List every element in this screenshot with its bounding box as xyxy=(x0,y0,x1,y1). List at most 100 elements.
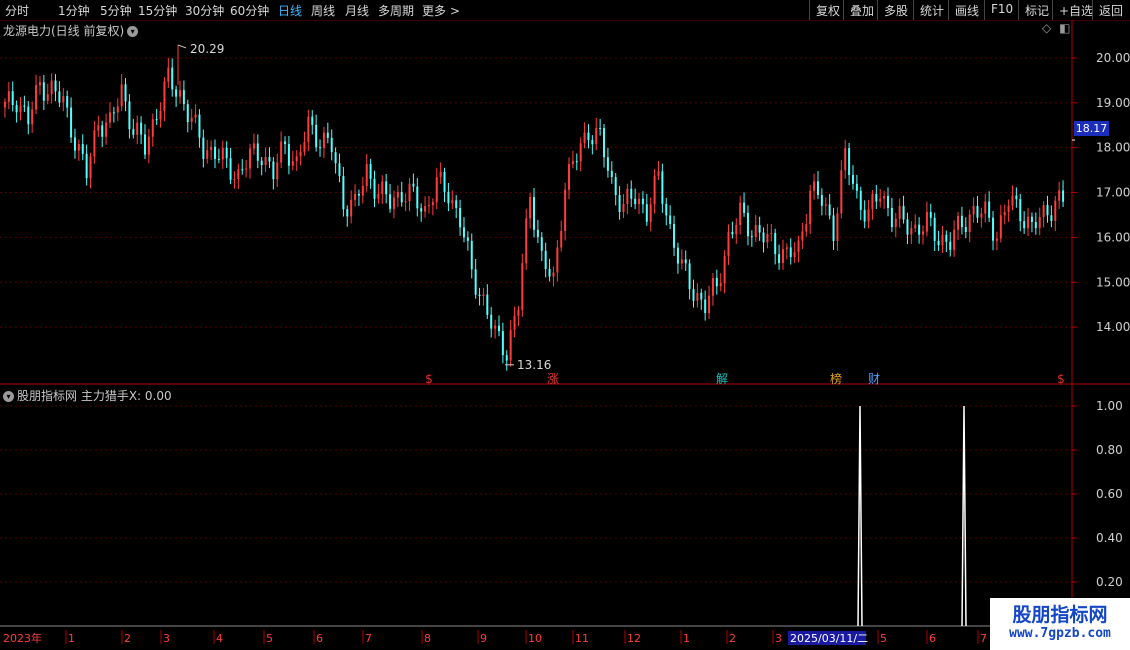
event-marker-3[interactable]: 榜 xyxy=(830,371,842,386)
candle-body xyxy=(606,157,609,171)
candle-body xyxy=(182,90,185,105)
price-tick-label: 15.00 xyxy=(1096,275,1130,289)
candle-body xyxy=(501,331,504,356)
candle-body xyxy=(38,82,41,86)
event-marker-0[interactable]: $ xyxy=(425,372,433,386)
candle-body xyxy=(840,170,843,214)
time-axis-label: 8 xyxy=(424,632,431,645)
candle-body xyxy=(1054,200,1057,221)
candle-body xyxy=(766,233,769,243)
candle-body xyxy=(237,169,240,179)
candle-body xyxy=(494,325,497,329)
candle-body xyxy=(447,191,450,204)
candle-body xyxy=(462,227,465,238)
event-marker-1[interactable]: 涨 xyxy=(547,371,559,386)
candle-body xyxy=(1058,190,1061,201)
candle-body xyxy=(319,147,322,149)
candle-body xyxy=(1015,195,1018,200)
candle-body xyxy=(206,150,209,159)
candle-body xyxy=(140,122,143,135)
candle-body xyxy=(466,237,469,241)
candle-body xyxy=(529,196,532,219)
candle-body xyxy=(614,177,617,196)
candle-body xyxy=(147,136,150,155)
chevron-down-icon[interactable]: ▾ xyxy=(127,26,139,37)
candle-body xyxy=(307,116,310,142)
candle-body xyxy=(859,190,862,210)
candle-body xyxy=(591,140,594,145)
candle-body xyxy=(797,240,800,253)
candle-body xyxy=(918,224,921,235)
candle-body xyxy=(727,231,730,256)
candle-body xyxy=(284,141,287,145)
candle-body xyxy=(762,232,765,243)
candle-body xyxy=(128,101,131,130)
candle-body xyxy=(953,229,956,250)
candle-body xyxy=(568,164,571,190)
kline-chart[interactable]: 20.00 19.00 18.00 17.00 16.00 15.00 14.00 20.29… xyxy=(0,0,1130,650)
candle-body xyxy=(684,259,687,264)
candle-body xyxy=(77,143,80,151)
candle-body xyxy=(198,114,201,138)
candle-body xyxy=(373,178,376,199)
candle-body xyxy=(497,325,500,332)
candle-body xyxy=(781,249,784,264)
price-tick-label: 20.00 xyxy=(1096,51,1130,65)
candle-body xyxy=(630,188,633,199)
candle-body xyxy=(23,105,26,107)
maximize-icon[interactable]: ◧ xyxy=(1059,21,1070,35)
watermark-logo: 股朋指标网 www.7gpzb.com xyxy=(990,598,1130,650)
candle-body xyxy=(809,190,812,225)
candle-body xyxy=(665,203,668,216)
candle-body xyxy=(136,122,139,135)
diamond-icon[interactable]: ◇ xyxy=(1042,21,1051,35)
candle-body xyxy=(357,193,360,196)
event-marker-2[interactable]: 解 xyxy=(716,372,728,386)
candle-body xyxy=(937,240,940,246)
time-axis-label: 2 xyxy=(124,632,131,645)
candle-body xyxy=(976,205,979,218)
candle-body xyxy=(46,94,49,101)
candle-body xyxy=(890,207,893,228)
candle-body xyxy=(988,201,991,218)
candle-body xyxy=(719,283,722,287)
chevron-down-icon[interactable]: ▾ xyxy=(3,391,14,402)
candle-body xyxy=(902,206,905,220)
candle-body xyxy=(400,192,403,203)
candle-body xyxy=(1011,195,1014,206)
candle-body xyxy=(992,217,995,241)
candle-body xyxy=(579,143,582,162)
candle-body xyxy=(914,224,917,229)
event-marker-5[interactable]: $ xyxy=(1057,372,1065,386)
candle-body xyxy=(361,185,364,196)
candle-body xyxy=(778,254,781,264)
candle-body xyxy=(828,204,831,216)
candle-body xyxy=(179,90,181,97)
candle-body xyxy=(256,143,259,161)
candle-body xyxy=(120,84,123,107)
candle-body xyxy=(871,193,874,210)
candle-body xyxy=(711,278,714,296)
candle-body xyxy=(171,67,174,90)
candle-body xyxy=(638,198,641,205)
candle-body xyxy=(490,314,493,329)
candle-body xyxy=(941,234,944,246)
candle-body xyxy=(225,147,228,159)
event-marker-4[interactable]: 财 xyxy=(868,372,880,386)
candle-body xyxy=(299,151,302,157)
candle-body xyxy=(610,170,613,178)
candle-body xyxy=(910,228,913,235)
high-price-label: 20.29 xyxy=(190,42,224,56)
indicator-signal-spike xyxy=(961,405,967,627)
candle-body xyxy=(116,106,119,113)
candle-body xyxy=(443,172,446,192)
time-axis-label: 4 xyxy=(216,632,223,645)
candle-body xyxy=(369,164,372,179)
candle-body xyxy=(326,132,329,138)
candle-body xyxy=(143,134,146,155)
candle-body xyxy=(365,164,368,186)
candle-body xyxy=(416,186,419,209)
candle-body xyxy=(739,202,742,225)
candle-body xyxy=(832,215,835,242)
candle-body xyxy=(785,247,788,250)
